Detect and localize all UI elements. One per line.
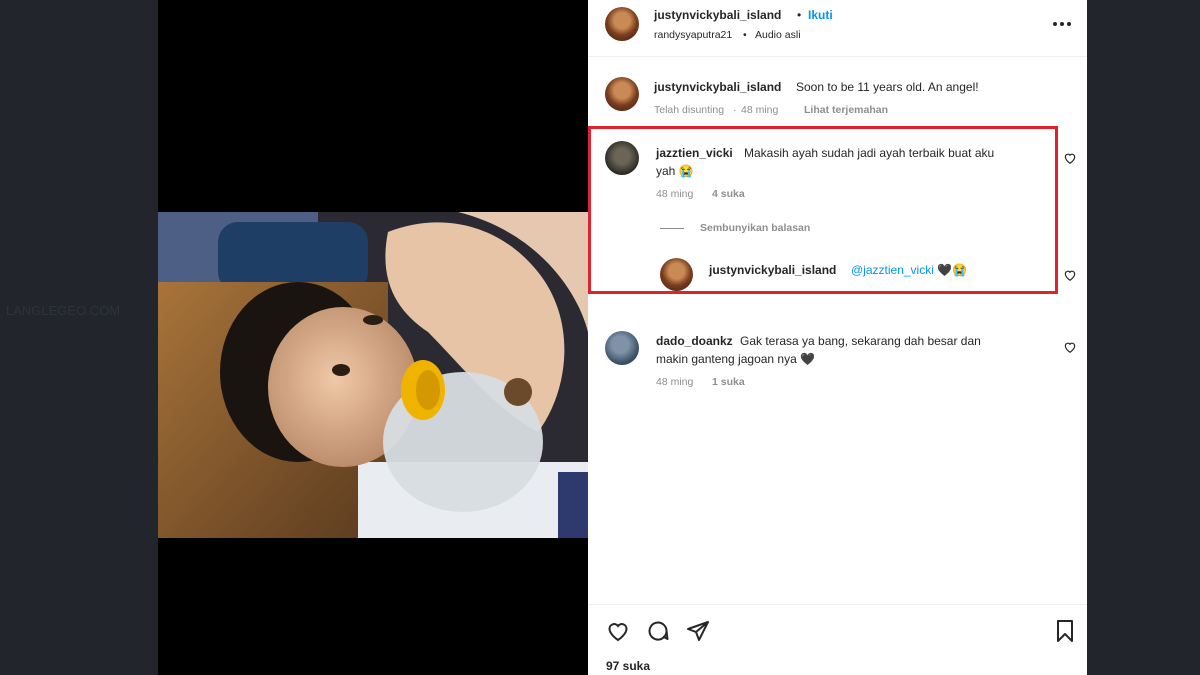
likes-count[interactable]: 97 suka	[606, 659, 650, 673]
comment-time: 48 ming	[656, 376, 694, 388]
owner-avatar[interactable]	[605, 7, 639, 41]
header-separator: •	[797, 8, 802, 22]
post-panel: justynvickybali_island • Ikuti randysyap…	[588, 0, 1087, 675]
audio-user[interactable]: randysyaputra21	[654, 29, 732, 41]
comment-text-line2: yah 😭	[656, 164, 694, 178]
reply-avatar[interactable]	[660, 258, 693, 291]
child-photo-illustration	[158, 212, 588, 538]
follow-link[interactable]: Ikuti	[808, 8, 833, 22]
reply-heart-icon[interactable]	[1063, 268, 1077, 282]
caption-time-sep: ·	[733, 104, 737, 116]
comment-text-line1: Gak terasa ya bang, sekarang dah besar d…	[740, 334, 981, 348]
heart-icon[interactable]	[606, 619, 630, 643]
comment-heart-icon[interactable]	[1063, 151, 1077, 165]
reply-username[interactable]: justynvickybali_island	[709, 263, 836, 277]
comment-username[interactable]: jazztien_vicki	[656, 146, 733, 160]
comment-time: 48 ming	[656, 188, 694, 200]
comment-likes[interactable]: 4 suka	[712, 188, 745, 200]
audio-label[interactable]: Audio asli	[755, 29, 801, 41]
caption-edited: Telah disunting	[654, 104, 725, 116]
owner-username[interactable]: justynvickybali_island	[654, 8, 781, 22]
bookmark-icon[interactable]	[1054, 619, 1076, 643]
comment-avatar-dado[interactable]	[605, 331, 639, 365]
caption-text: Soon to be 11 years old. An angel!	[796, 80, 979, 94]
send-icon[interactable]	[686, 619, 710, 643]
comment-heart-icon[interactable]	[1063, 340, 1077, 354]
post-media	[158, 0, 588, 675]
comment-icon[interactable]	[646, 619, 670, 643]
comment-text-line1: Makasih ayah sudah jadi ayah terbaik bua…	[744, 146, 995, 160]
post-photo	[158, 212, 588, 538]
caption-time: 48 ming	[741, 104, 779, 116]
audio-separator: •	[743, 29, 747, 41]
caption-avatar[interactable]	[605, 77, 639, 111]
see-translation-link[interactable]: Lihat terjemahan	[804, 104, 888, 116]
hide-replies-line	[660, 228, 684, 229]
actions-divider	[588, 604, 1087, 605]
reply-text: @jazztien_vicki 🖤😭	[851, 263, 968, 277]
comment-likes[interactable]: 1 suka	[712, 376, 745, 388]
comment-username[interactable]: dado_doankz	[656, 334, 733, 348]
backdrop-left	[0, 0, 158, 675]
comment-text-line2: makin ganteng jagoan nya 🖤	[656, 352, 816, 366]
more-horizontal-icon[interactable]	[1052, 16, 1072, 26]
backdrop-right	[1087, 0, 1200, 675]
caption-username[interactable]: justynvickybali_island	[654, 80, 781, 94]
header-divider	[588, 56, 1087, 57]
hide-replies-button[interactable]: Sembunyikan balasan	[700, 222, 810, 234]
comment-avatar-jazztien[interactable]	[605, 141, 639, 175]
ghost-watermark: LANGLEGEO.COM	[6, 303, 121, 318]
